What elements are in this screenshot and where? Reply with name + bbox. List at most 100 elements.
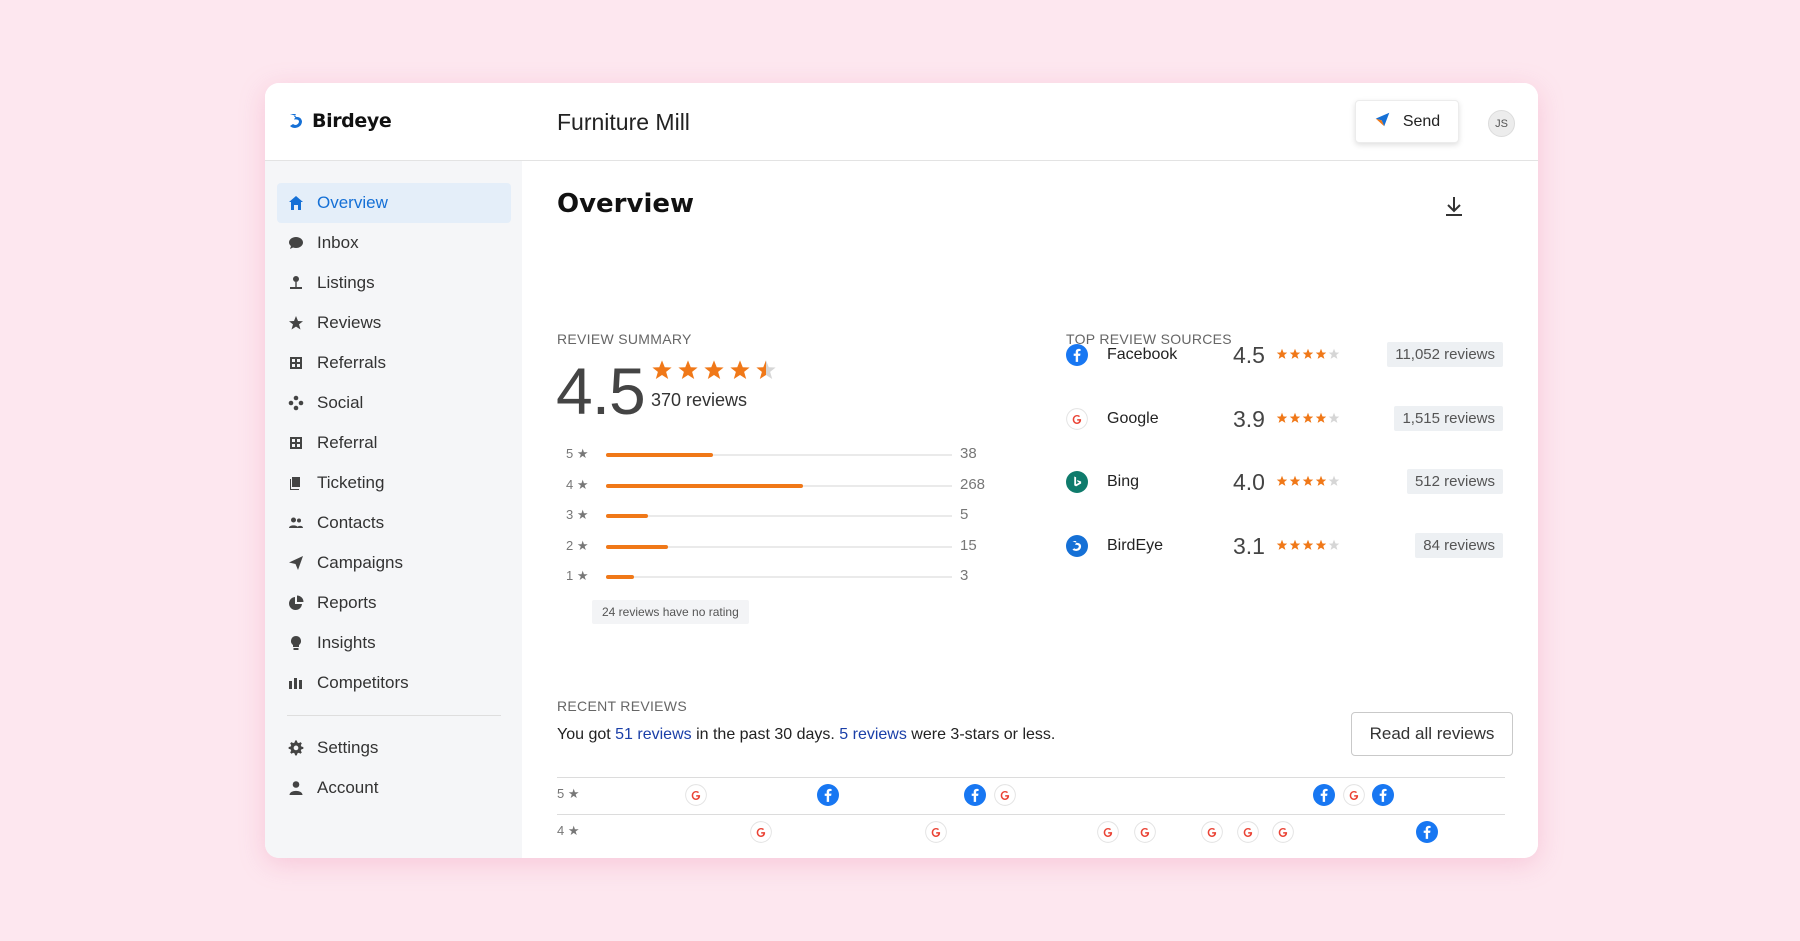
recent-reviews-label: RECENT REVIEWS	[557, 698, 687, 714]
sidebar-item-referral[interactable]: Referral	[277, 423, 511, 463]
rating-level-label: 1 ★	[566, 568, 589, 583]
sidebar-item-reports[interactable]: Reports	[277, 583, 511, 623]
sidebar-item-label: Listings	[317, 273, 375, 292]
google-review-icon[interactable]	[925, 821, 948, 844]
source-stars	[1276, 475, 1340, 487]
rating-distribution-row[interactable]: 2 ★ 15	[556, 535, 977, 566]
star-icon	[755, 359, 777, 386]
sidebar: Overview Inbox Listings Reviews Referrals Soc…	[265, 161, 522, 858]
facebook-review-icon[interactable]	[1416, 821, 1439, 844]
recent-reviews-summary: You got 51 reviews in the past 30 days. …	[557, 726, 1055, 744]
source-rating: 3.9	[1233, 405, 1265, 432]
average-stars	[651, 359, 777, 386]
sidebar-item-social[interactable]: Social	[277, 383, 511, 423]
sidebar-item-insights[interactable]: Insights	[277, 623, 511, 663]
recent-text-2: in the past 30 days.	[691, 726, 840, 743]
logo-text: Birdeye	[312, 110, 392, 132]
total-reviews: 370 reviews	[651, 390, 748, 410]
rating-distribution-row[interactable]: 3 ★ 5	[556, 504, 976, 535]
facebook-icon	[1066, 344, 1088, 366]
sidebar-item-campaigns[interactable]: Campaigns	[277, 543, 511, 583]
source-review-count[interactable]: 512 reviews	[1406, 469, 1503, 494]
birdeye-icon	[1066, 534, 1088, 557]
download-icon[interactable]	[1442, 194, 1466, 218]
google-review-icon[interactable]	[1237, 821, 1260, 844]
star-icon	[729, 359, 751, 386]
facebook-review-icon[interactable]	[817, 784, 840, 807]
read-all-reviews-button[interactable]: Read all reviews	[1351, 712, 1513, 756]
source-review-count[interactable]: 11,052 reviews	[1387, 342, 1503, 367]
timeline-row-label: 4 ★	[557, 823, 580, 838]
sidebar-item-referrals[interactable]: Referrals	[277, 343, 511, 383]
source-rating: 4.0	[1233, 469, 1265, 495]
sidebar-item-account[interactable]: Account	[277, 768, 511, 808]
sidebar-item-overview[interactable]: Overview	[277, 183, 511, 223]
sidebar-item-label: Insights	[317, 633, 376, 652]
sidebar-item-listings[interactable]: Listings	[277, 263, 511, 303]
sidebar-item-contacts[interactable]: Contacts	[277, 503, 511, 543]
sidebar-item-competitors[interactable]: Competitors	[277, 663, 511, 703]
source-row-facebook[interactable]: Facebook 4.5 11,052 reviews	[1066, 341, 1503, 405]
review-summary-label: REVIEW SUMMARY	[557, 331, 692, 347]
sidebar-item-ticketing[interactable]: Ticketing	[277, 463, 511, 503]
google-review-icon[interactable]	[750, 821, 773, 844]
referral-icon	[287, 434, 305, 452]
google-review-icon[interactable]	[1097, 821, 1120, 844]
sidebar-item-label: Social	[317, 393, 364, 412]
rating-distribution-row[interactable]: 5 ★ 38	[556, 443, 977, 474]
source-rating: 4.5	[1233, 342, 1265, 368]
rating-bar-track	[606, 575, 952, 579]
bing-icon	[1066, 471, 1088, 493]
rating-count: 268	[960, 475, 986, 493]
rating-bar-track	[606, 483, 952, 488]
sidebar-item-label: Settings	[317, 738, 379, 757]
facebook-review-icon[interactable]	[964, 784, 987, 807]
source-row-google[interactable]: Google 3.9 1,515 reviews	[1066, 405, 1503, 469]
rating-bar-track	[606, 544, 952, 549]
facebook-review-icon[interactable]	[1372, 784, 1395, 807]
top-bar: Birdeye Furniture Mill Send JS	[265, 83, 1538, 161]
rating-level-label: 2 ★	[566, 537, 589, 553]
source-review-count[interactable]: 84 reviews	[1415, 532, 1503, 558]
sidebar-item-reviews[interactable]: Reviews	[277, 303, 511, 343]
source-rating: 3.1	[1233, 532, 1265, 559]
sidebar-item-label: Campaigns	[317, 553, 403, 572]
rating-level-label: 3 ★	[566, 507, 589, 522]
paper-plane-icon	[287, 554, 305, 572]
sidebar-item-label: Reports	[317, 593, 377, 612]
star-icon	[287, 314, 305, 332]
google-review-icon[interactable]	[685, 784, 708, 807]
source-row-birdeye[interactable]: BirdEye 3.1 84 reviews	[1066, 532, 1503, 596]
google-review-icon[interactable]	[1343, 784, 1366, 807]
social-icon	[287, 394, 305, 412]
star-icon	[677, 359, 699, 386]
sidebar-item-inbox[interactable]: Inbox	[277, 223, 511, 263]
sidebar-divider	[287, 715, 501, 716]
rating-distribution-row[interactable]: 1 ★ 3	[556, 565, 976, 596]
source-row-bing[interactable]: Bing 4.0 512 reviews	[1066, 468, 1503, 532]
google-review-icon[interactable]	[994, 784, 1017, 807]
birdeye-logo[interactable]: Birdeye	[287, 110, 392, 132]
paper-plane-icon	[1374, 111, 1391, 133]
source-stars	[1276, 348, 1340, 360]
rating-distribution-row[interactable]: 4 ★ 268	[556, 474, 985, 505]
google-review-icon[interactable]	[1201, 821, 1224, 844]
google-review-icon[interactable]	[1272, 821, 1295, 844]
bar-chart-icon	[287, 674, 305, 692]
average-rating: 4.5	[556, 354, 646, 428]
facebook-review-icon[interactable]	[1313, 784, 1336, 807]
source-name: Google	[1107, 409, 1159, 427]
sidebar-item-settings[interactable]: Settings	[277, 728, 511, 768]
location-pin-icon	[287, 274, 305, 292]
source-review-count[interactable]: 1,515 reviews	[1394, 405, 1503, 431]
sidebar-item-label: Contacts	[317, 513, 385, 532]
recent-reviews-count-link[interactable]: 51 reviews	[615, 726, 691, 743]
avatar[interactable]: JS	[1488, 110, 1515, 137]
source-name: BirdEye	[1107, 536, 1164, 554]
google-review-icon[interactable]	[1134, 821, 1157, 844]
send-button[interactable]: Send	[1355, 100, 1459, 143]
source-name: Facebook	[1107, 346, 1178, 363]
business-name: Furniture Mill	[557, 109, 690, 135]
birdeye-logo-icon	[287, 111, 307, 131]
low-reviews-count-link[interactable]: 5 reviews	[839, 726, 907, 743]
